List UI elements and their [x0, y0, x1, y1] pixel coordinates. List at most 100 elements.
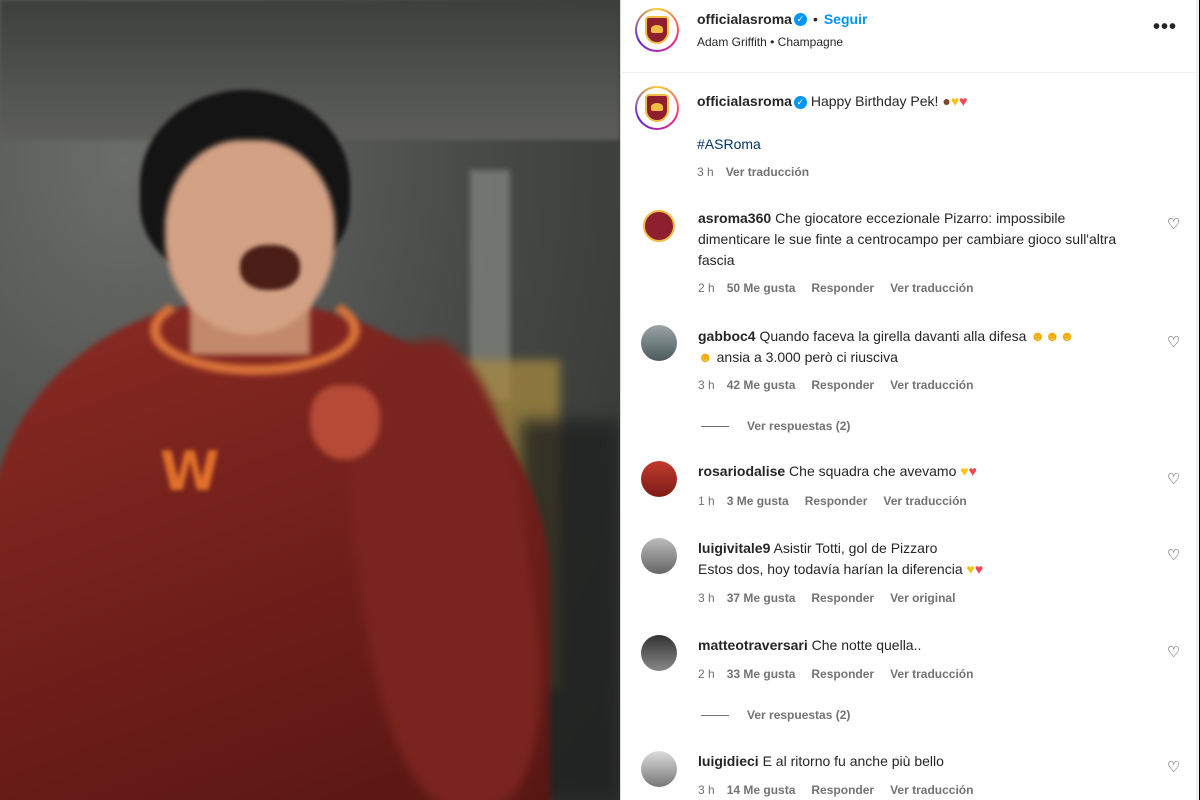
comment-username[interactable]: matteotraversari	[698, 637, 808, 653]
header-separator: •	[812, 11, 818, 27]
comment-username[interactable]: rosariodalise	[698, 463, 785, 479]
avatar[interactable]	[641, 751, 677, 787]
shirt-collar	[150, 285, 360, 375]
comment-likes[interactable]: 50 Me gusta	[727, 281, 796, 295]
comment-username[interactable]: asroma360	[698, 210, 771, 226]
comment-body-line2: Estos dos, hoy todavía harían la diferen…	[698, 561, 963, 577]
caption-translate[interactable]: Ver traducción	[726, 165, 809, 179]
avatar[interactable]	[641, 461, 677, 497]
comment-time: 3 h	[698, 378, 715, 392]
view-replies-label: Ver respuestas (2)	[747, 419, 851, 433]
reply-button[interactable]: Responder	[805, 494, 868, 508]
comment-text: rosariodalise Che squadra che avevamo ♥♥	[698, 461, 1118, 482]
caption-time: 3 h	[697, 165, 714, 179]
comment-text: luigivitale9 Asistir Totti, gol de Pizza…	[698, 538, 1118, 580]
comment-meta: 1 h 3 Me gusta Responder Ver traducción	[698, 494, 983, 508]
comment-text: matteotraversari Che notte quella..	[698, 635, 1118, 656]
yellow-heart-icon: ♥	[960, 463, 969, 479]
comment-username[interactable]: gabboc4	[698, 328, 756, 344]
view-replies-label: Ver respuestas (2)	[747, 708, 851, 722]
laughing-emoji-icon: ☻	[698, 349, 713, 365]
scrollbar[interactable]	[1196, 0, 1199, 800]
avatar[interactable]	[641, 208, 677, 244]
comment-body-line2: ansia a 3.000 però ci riusciva	[716, 349, 898, 365]
avatar[interactable]	[641, 325, 677, 361]
comment-body: Che notte quella..	[811, 637, 922, 653]
reply-button[interactable]: Responder	[811, 281, 874, 295]
caption-username[interactable]: officialasroma	[697, 93, 792, 109]
reply-button[interactable]: Responder	[811, 378, 874, 392]
hashtag-link[interactable]: #ASRoma	[697, 136, 761, 152]
post-image[interactable]: W	[0, 0, 620, 800]
verified-icon: ✓	[793, 95, 807, 109]
comment-likes[interactable]: 37 Me gusta	[727, 591, 796, 605]
comment-text: asroma360 Che giocatore eccezionale Piza…	[698, 208, 1118, 271]
red-heart-icon: ♥	[959, 93, 968, 109]
view-replies-button[interactable]: Ver respuestas (2)	[701, 708, 850, 722]
comment-username[interactable]: luigivitale9	[698, 540, 770, 556]
audio-info[interactable]: Adam Griffith • Champagne	[697, 35, 843, 49]
comment-time: 2 h	[698, 667, 715, 681]
like-heart-icon[interactable]: ♡	[1167, 217, 1181, 232]
comment-likes[interactable]: 14 Me gusta	[727, 783, 796, 797]
comment-text: luigidieci E al ritorno fu anche più bel…	[698, 751, 1118, 772]
shirt-badge	[310, 385, 380, 460]
comment-meta: 3 h 42 Me gusta Responder Ver traducción	[698, 378, 989, 392]
translate-button[interactable]: Ver traducción	[890, 667, 973, 681]
comment-time: 3 h	[698, 783, 715, 797]
translate-button[interactable]: Ver traducción	[883, 494, 966, 508]
comment-body: Asistir Totti, gol de Pizzaro	[773, 540, 938, 556]
player-mouth	[240, 245, 300, 290]
red-heart-icon: ♥	[968, 463, 977, 479]
comment-likes[interactable]: 42 Me gusta	[727, 378, 796, 392]
comment-meta: 3 h 37 Me gusta Responder Ver original	[698, 591, 971, 605]
comment-body: E al ritorno fu anche più bello	[762, 753, 944, 769]
translate-button[interactable]: Ver traducción	[890, 281, 973, 295]
cake-emoji-icon: ●	[942, 93, 951, 109]
comment-text: gabboc4 Quando faceva la girella davanti…	[698, 326, 1118, 368]
comment-time: 2 h	[698, 281, 715, 295]
reply-button[interactable]: Responder	[811, 783, 874, 797]
caption-line: officialasroma ✓ Happy Birthday Pek! ●♥♥	[697, 93, 967, 109]
comment-likes[interactable]: 3 Me gusta	[727, 494, 789, 508]
laughing-emoji-icon: ☻☻☻	[1030, 328, 1075, 344]
comment-username[interactable]: luigidieci	[698, 753, 759, 769]
translate-button[interactable]: Ver original	[890, 591, 955, 605]
like-heart-icon[interactable]: ♡	[1167, 645, 1181, 660]
like-heart-icon[interactable]: ♡	[1167, 760, 1181, 775]
yellow-heart-icon: ♥	[966, 561, 975, 577]
translate-button[interactable]: Ver traducción	[890, 378, 973, 392]
roma-logo-icon	[643, 210, 675, 242]
like-heart-icon[interactable]: ♡	[1167, 548, 1181, 563]
caption-meta: 3 h Ver traducción	[697, 165, 825, 179]
yellow-heart-icon: ♥	[950, 93, 960, 109]
reply-button[interactable]: Responder	[811, 667, 874, 681]
verified-icon: ✓	[793, 13, 807, 27]
header-username[interactable]: officialasroma	[697, 11, 792, 27]
comments-panel: officialasroma ✓ • Seguir Adam Griffith • C…	[620, 0, 1199, 800]
comment-time: 3 h	[698, 591, 715, 605]
reply-button[interactable]: Responder	[811, 591, 874, 605]
view-replies-button[interactable]: Ver respuestas (2)	[701, 419, 850, 433]
red-heart-icon: ♥	[974, 561, 984, 577]
comment-time: 1 h	[698, 494, 715, 508]
comment-meta: 2 h 33 Me gusta Responder Ver traducción	[698, 667, 989, 681]
post-viewer: W officialasroma ✓ • Seguir Adam Griffith •…	[0, 0, 1200, 800]
roma-logo-icon	[643, 94, 671, 122]
comment-meta: 2 h 50 Me gusta Responder Ver traducción	[698, 281, 989, 295]
more-options-icon[interactable]: •••	[1153, 16, 1177, 39]
comment-body: Quando faceva la girella davanti alla di…	[759, 328, 1027, 344]
translate-button[interactable]: Ver traducción	[890, 783, 973, 797]
like-heart-icon[interactable]: ♡	[1167, 472, 1181, 487]
avatar[interactable]	[641, 538, 677, 574]
avatar[interactable]	[641, 635, 677, 671]
profile-avatar[interactable]	[635, 8, 679, 52]
post-header: officialasroma ✓ • Seguir Adam Griffith • C…	[621, 0, 1199, 73]
follow-button[interactable]: Seguir	[824, 11, 868, 27]
comment-meta: 3 h 14 Me gusta Responder Ver traducción	[698, 783, 989, 797]
shirt-sponsor: W	[160, 440, 220, 503]
caption-text: Happy Birthday Pek!	[810, 93, 939, 109]
comment-likes[interactable]: 33 Me gusta	[727, 667, 796, 681]
like-heart-icon[interactable]: ♡	[1167, 335, 1181, 350]
caption-avatar[interactable]	[635, 86, 679, 130]
